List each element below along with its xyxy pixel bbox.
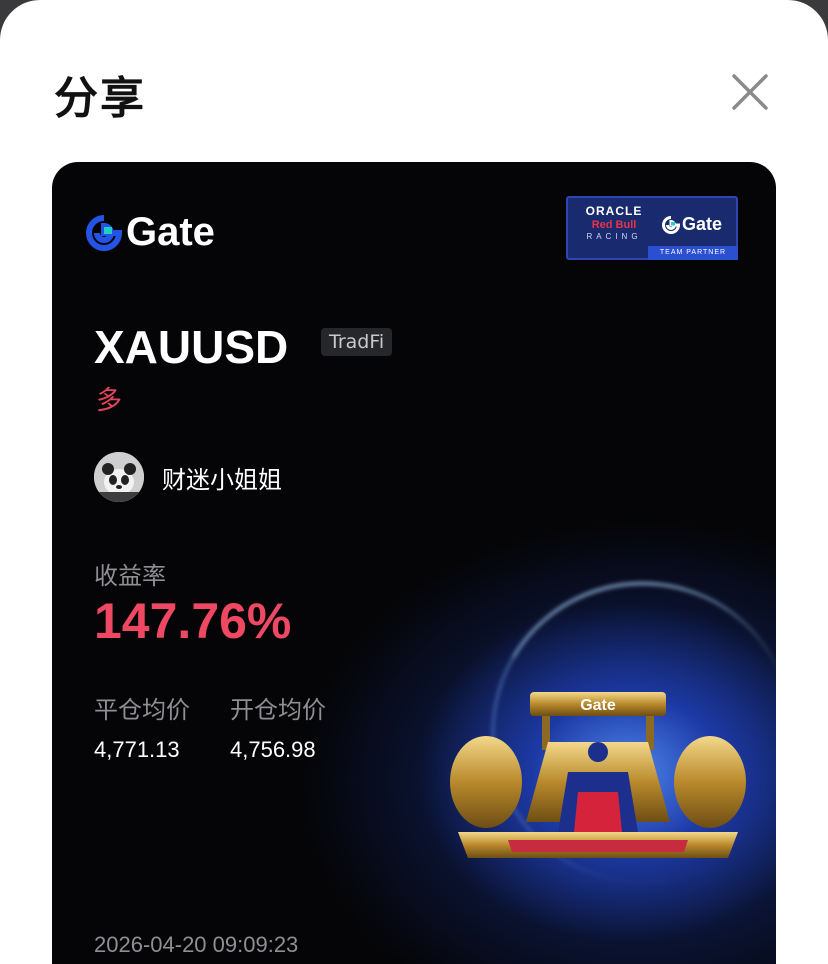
oracle-redbull-logo: ORACLE Red Bull RACING (574, 204, 654, 241)
partner-gate-text: Gate (682, 214, 723, 234)
panda-avatar-icon (94, 452, 144, 502)
team-partner-strip: TEAM PARTNER (648, 246, 738, 260)
share-timestamp: 2026-04-20 09:09:23 (94, 932, 299, 957)
open-price-block: 开仓均价 4,756.98 (230, 690, 326, 763)
market-tag: TradFi (321, 328, 393, 356)
roi-label: 收益率 (94, 562, 166, 590)
partner-racing-text: RACING (586, 232, 642, 241)
roi-value: 147.76% (94, 593, 292, 649)
username: 财迷小姐姐 (162, 465, 282, 494)
avatar (94, 452, 144, 502)
close-price-block: 平仓均价 4,771.13 (94, 690, 190, 763)
close-button[interactable] (728, 70, 772, 114)
team-partner-badge: ORACLE Red Bull RACING Gate TEAM PARTNER (566, 196, 738, 260)
position-side: 多 (96, 386, 123, 416)
partner-redbull-text: Red Bull (591, 219, 637, 231)
sheet-title: 分享 (54, 73, 146, 124)
close-price-label: 平仓均价 (94, 696, 190, 724)
gate-logo-icon (86, 214, 122, 251)
brand-logo: Gate (86, 210, 215, 255)
trading-symbol: XAUUSD (94, 321, 289, 373)
partner-gate-logo: Gate (662, 214, 722, 235)
share-card: Gate ORACLE Red Bull RACING Gate TEAM PA… (52, 162, 776, 964)
brand-name: Gate (126, 210, 215, 254)
share-sheet: 分享 Gate ORACLE Red Bull RACING Gate TEAM… (0, 0, 828, 964)
open-price-value: 4,756.98 (230, 737, 316, 762)
partner-oracle-text: ORACLE (585, 204, 643, 218)
close-icon (732, 74, 768, 110)
user-info: 财迷小姐姐 (94, 452, 282, 502)
open-price-label: 开仓均价 (230, 696, 326, 724)
close-price-value: 4,771.13 (94, 737, 180, 762)
gate-logo-small-icon (662, 215, 680, 234)
race-car-image: Gate (450, 692, 746, 858)
car-wing-text: Gate (580, 697, 616, 714)
